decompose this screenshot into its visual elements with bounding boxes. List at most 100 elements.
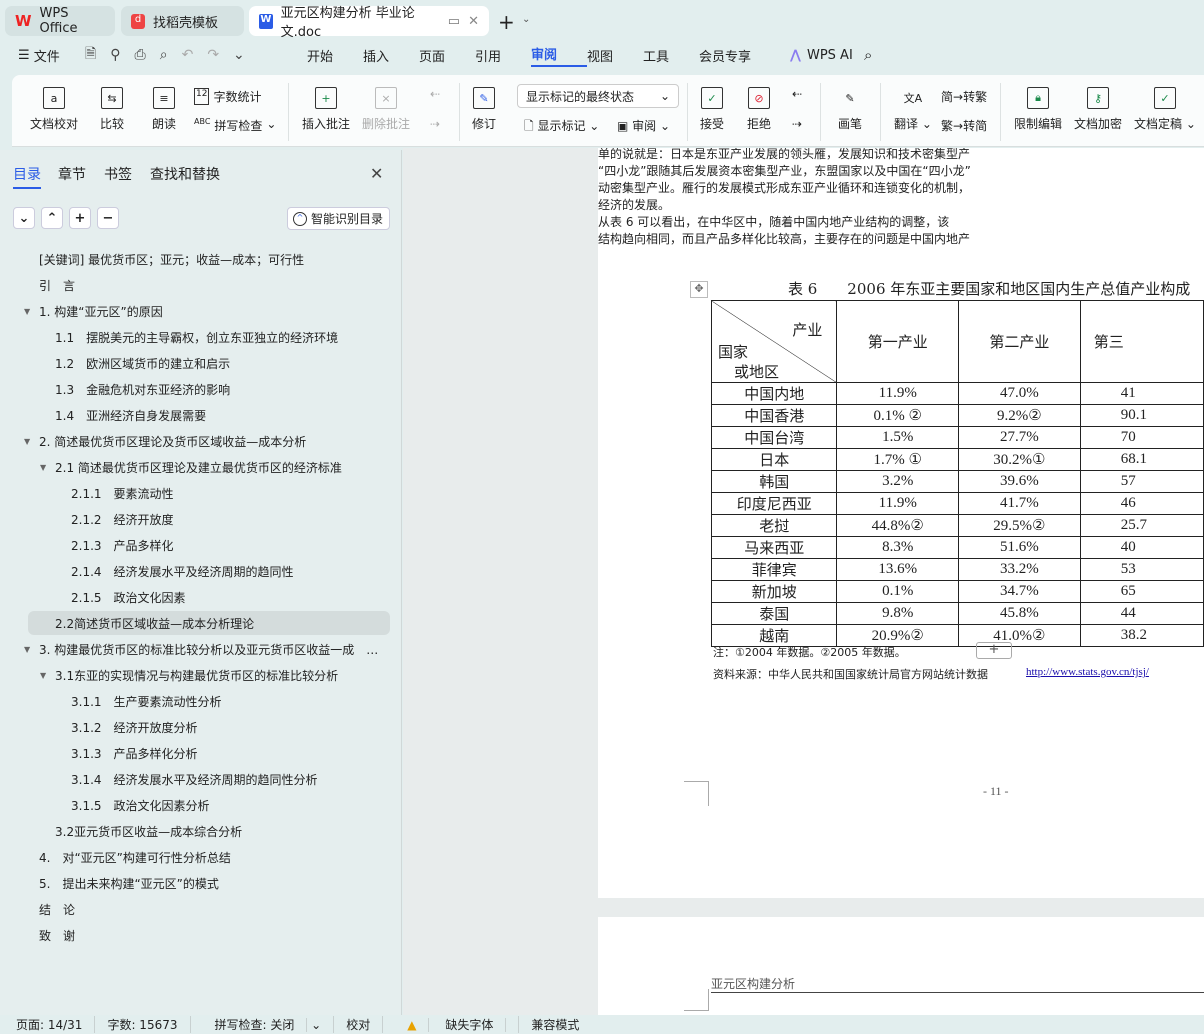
menu-tab-6[interactable]: 工具: [643, 46, 699, 65]
tab-document[interactable]: W 亚元区构建分析 毕业论文.doc ▭ ✕: [249, 6, 489, 40]
file-menu[interactable]: ☰ 文件: [18, 40, 60, 70]
toc-item[interactable]: ▼ 2.1 简述最优货币区理论及建立最优货币区的经济标准: [0, 455, 390, 479]
save-icon[interactable]: 🗎: [85, 43, 96, 67]
next-comment-icon[interactable]: ⇢: [430, 117, 440, 131]
word-count-button[interactable]: 12 字数统计: [194, 88, 261, 105]
toc-item[interactable]: 4. 对“亚元区”构建可行性分析总结: [0, 845, 390, 869]
pane-tab-3[interactable]: 查找和替换: [150, 164, 220, 184]
toc-item[interactable]: ▼ 1. 构建“亚元区”的原因: [0, 299, 390, 323]
menu-tab-0[interactable]: 开始: [307, 46, 363, 65]
toc-item[interactable]: 3.1.1 生产要素流动性分析: [0, 689, 390, 713]
toc-item[interactable]: 1.2 欧洲区域货币的建立和启示: [0, 351, 390, 375]
expand-down-button[interactable]: ⌄: [13, 207, 35, 229]
read-aloud-button[interactable]: ≡ 朗读: [152, 87, 176, 132]
toc-item[interactable]: 致 谢: [0, 923, 390, 947]
to-traditional-button[interactable]: 简→转繁: [941, 88, 987, 105]
tab-docer[interactable]: d 找稻壳模板: [121, 6, 244, 36]
menu-tab-4[interactable]: 审阅: [531, 44, 587, 67]
toc-item[interactable]: 3.1.2 经济开放度分析: [0, 715, 390, 739]
caret-down-icon[interactable]: ▼: [24, 645, 30, 654]
next-change-icon[interactable]: ⇢: [792, 117, 802, 131]
markup-state-select[interactable]: 显示标记的最终状态 ⌄: [517, 84, 679, 108]
close-tab-icon[interactable]: ✕: [468, 14, 479, 29]
menu-tab-1[interactable]: 插入: [363, 46, 419, 65]
toc-item[interactable]: 结 论: [0, 897, 390, 921]
prev-comment-icon[interactable]: ⇠: [430, 87, 440, 101]
proofread-button[interactable]: a 文档校对: [30, 87, 78, 132]
reject-icon: ⊘: [748, 87, 770, 109]
toc-item[interactable]: 3.2亚元货币区收益—成本综合分析: [0, 819, 390, 843]
link-icon[interactable]: ⚲: [110, 47, 120, 63]
accept-button[interactable]: ✓ 接受: [700, 87, 724, 132]
pane-tab-0[interactable]: 目录: [13, 164, 41, 189]
restrict-edit-button[interactable]: 🔒︎ 限制编辑: [1014, 87, 1062, 132]
pane-tab-2[interactable]: 书签: [104, 164, 132, 184]
undo-icon[interactable]: ↶: [182, 47, 194, 63]
menu-tab-3[interactable]: 引用: [475, 46, 531, 65]
caret-down-icon[interactable]: ▼: [40, 671, 46, 680]
table-move-handle-icon[interactable]: ✥: [690, 281, 708, 298]
remove-heading-button[interactable]: −: [97, 207, 119, 229]
spell-check-status[interactable]: 拼写检查: 关闭 ⌄: [191, 1016, 335, 1033]
redo-icon[interactable]: ↷: [207, 47, 219, 63]
close-pane-icon[interactable]: ✕: [370, 164, 383, 183]
caret-down-icon[interactable]: ▼: [24, 307, 30, 316]
toc-item[interactable]: ▼ 2. 简述最优货币区理论及货币区域收益—成本分析: [0, 429, 390, 453]
encrypt-button[interactable]: ⚷ 文档加密: [1074, 87, 1122, 132]
insert-comment-button[interactable]: + 插入批注: [302, 87, 350, 132]
new-tab-button[interactable]: +: [498, 10, 515, 34]
toc-item[interactable]: 3.1.3 产品多样化分析: [0, 741, 390, 765]
review-pane-button[interactable]: ▣ 审阅 ⌄: [617, 117, 670, 134]
toc-item[interactable]: 2.1.1 要素流动性: [0, 481, 390, 505]
finalize-button[interactable]: ✓ 文档定稿 ⌄: [1134, 87, 1196, 132]
pane-tab-1[interactable]: 章节: [58, 164, 86, 184]
caret-down-icon[interactable]: ▼: [24, 437, 30, 446]
toc-item[interactable]: 1.4 亚洲经济自身发展需要: [0, 403, 390, 427]
tab-list-chevron-icon[interactable]: ⌄: [522, 14, 530, 25]
translate-button[interactable]: 文A 翻译 ⌄: [894, 87, 932, 132]
compare-button[interactable]: ⇆ 比较: [100, 87, 124, 132]
toc-item[interactable]: 2.1.5 政治文化因素: [0, 585, 390, 609]
word-count-status[interactable]: 字数: 15673: [95, 1016, 191, 1033]
toc-item[interactable]: 5. 提出未来构建“亚元区”的模式: [0, 871, 390, 895]
source-link[interactable]: http://www.stats.gov.cn/tjsj/: [1026, 666, 1149, 678]
toc-item[interactable]: 2.1.2 经济开放度: [0, 507, 390, 531]
delete-comment-button[interactable]: × 删除批注: [362, 87, 410, 132]
toc-item[interactable]: ▼ 3.1东亚的实现情况与构建最优货币区的标准比较分析: [0, 663, 390, 687]
toc-item[interactable]: 引 言: [0, 273, 390, 297]
proof-status[interactable]: 校对: [334, 1016, 384, 1033]
toc-item[interactable]: 3.1.4 经济发展水平及经济周期的趋同性分析: [0, 767, 390, 791]
search-icon[interactable]: ⌕: [864, 40, 872, 70]
table-corner-cell: 产业 国家 或地区: [710, 300, 838, 383]
to-simplified-button[interactable]: 繁→转简: [941, 117, 987, 134]
smart-toc-button[interactable]: ^ 智能识别目录: [287, 207, 390, 230]
add-row-button[interactable]: +: [976, 642, 1012, 659]
menu-tab-7[interactable]: 会员专享: [699, 46, 755, 65]
menu-tab-5[interactable]: 视图: [587, 46, 643, 65]
print-preview-icon[interactable]: ⌕: [160, 47, 168, 63]
menu-tab-2[interactable]: 页面: [419, 46, 475, 65]
spell-check-button[interactable]: ABC 拼写检查 ⌄: [194, 117, 276, 134]
collapse-up-button[interactable]: ⌃: [41, 207, 63, 229]
toc-item[interactable]: 3.1.5 政治文化因素分析: [0, 793, 390, 817]
toc-item[interactable]: 1.1 摆脱美元的主导霸权，创立东亚独立的经济环境: [0, 325, 390, 349]
tab-wps-office[interactable]: W WPS Office: [5, 6, 115, 36]
missing-font-status[interactable]: ▲ 缺失字体: [383, 1016, 520, 1033]
more-chevron-icon[interactable]: ⌄: [233, 47, 245, 63]
toc-item[interactable]: [关键词] 最优货币区；亚元；收益—成本；可行性: [0, 247, 390, 271]
wps-ai-button[interactable]: ⋀ WPS AI: [790, 40, 853, 70]
print-icon[interactable]: ⎙: [135, 47, 146, 63]
pen-button[interactable]: ✎ 画笔: [838, 87, 862, 132]
toc-item[interactable]: 2.1.3 产品多样化: [0, 533, 390, 557]
add-heading-button[interactable]: +: [69, 207, 91, 229]
show-markup-button[interactable]: 🗋 显示标记 ⌄: [524, 117, 599, 138]
page-indicator[interactable]: 页面: 14/31: [0, 1016, 96, 1033]
toc-item[interactable]: 2.2简述货币区域收益—成本分析理论: [28, 611, 390, 635]
toc-item[interactable]: ▼ 3. 构建最优货币区的标准比较分析以及亚元货币区收益一成 …: [0, 637, 390, 661]
caret-down-icon[interactable]: ▼: [40, 463, 46, 472]
track-changes-button[interactable]: ✎ 修订: [472, 87, 496, 132]
toc-item[interactable]: 1.3 金融危机对东亚经济的影响: [0, 377, 390, 401]
prev-change-icon[interactable]: ⇠: [792, 87, 802, 101]
reject-button[interactable]: ⊘ 拒绝: [747, 87, 771, 132]
toc-item[interactable]: 2.1.4 经济发展水平及经济周期的趋同性: [0, 559, 390, 583]
